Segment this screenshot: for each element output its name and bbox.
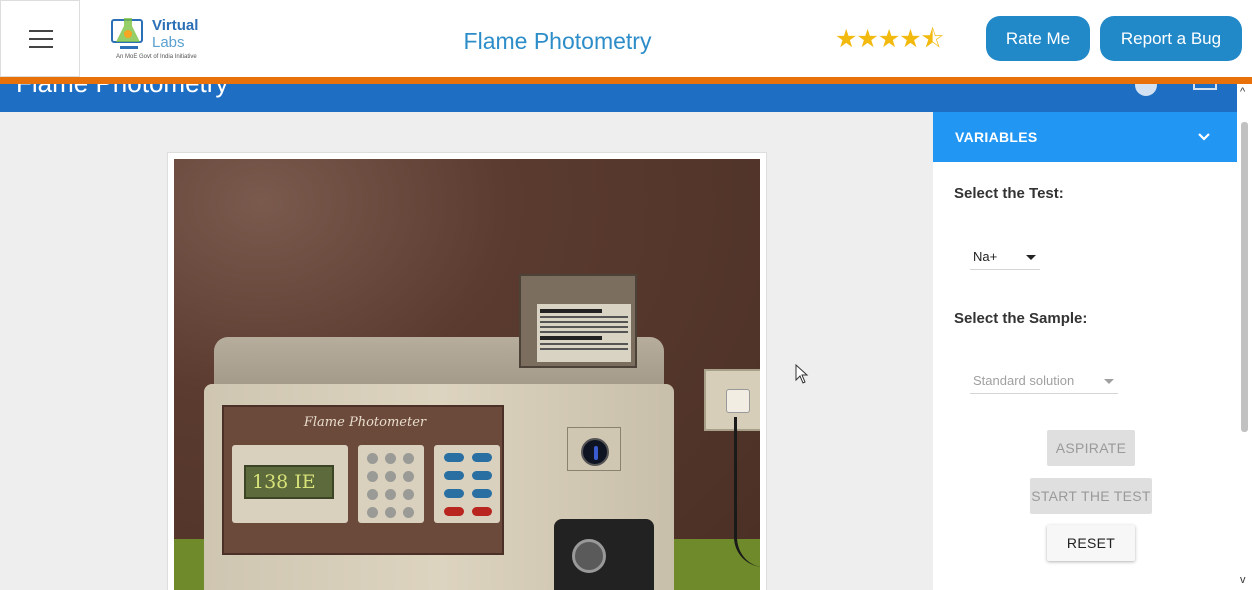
flask-logo-icon	[111, 18, 143, 49]
instrument-label: Flame Photometer	[303, 415, 427, 430]
test-select-value: Na+	[973, 249, 998, 264]
control-panel: Flame Photometer 138 IE	[222, 405, 504, 555]
flame-viewer	[581, 438, 609, 466]
experiment-title: Flame Photometry	[16, 84, 228, 99]
dropdown-arrow-icon	[1104, 379, 1114, 384]
instruction-card	[537, 304, 631, 362]
orange-divider	[0, 77, 1252, 84]
fullscreen-icon[interactable]	[1193, 84, 1217, 90]
start-test-button[interactable]: START THE TEST	[1030, 478, 1152, 514]
hamburger-menu-icon[interactable]	[0, 0, 80, 77]
sample-label: Select the Sample:	[954, 310, 1088, 327]
numeric-keypad[interactable]	[358, 445, 424, 523]
variables-panel: VARIABLES Select the Test: Na+ Select th…	[933, 112, 1237, 590]
lcd-display: 138 IE	[244, 465, 334, 499]
sample-select-value: Standard solution	[973, 373, 1075, 388]
aspirate-button[interactable]: ASPIRATE	[1047, 430, 1135, 466]
rate-me-button[interactable]: Rate Me	[986, 16, 1090, 61]
scroll-up-icon[interactable]: ^	[1240, 86, 1245, 98]
page-scrollbar[interactable]: ^ v	[1237, 84, 1252, 590]
variables-title: VARIABLES	[955, 129, 1038, 145]
flame-view-window	[567, 427, 621, 471]
reset-button[interactable]: RESET	[1047, 525, 1135, 561]
logo-tagline: An MoE Govt of India Initiative	[116, 54, 197, 60]
rating-stars: ★★★★⯪	[835, 25, 944, 53]
function-keypad[interactable]	[434, 445, 500, 523]
test-label: Select the Test:	[954, 185, 1064, 202]
aspirator-pump	[554, 519, 654, 590]
virtual-labs-logo[interactable]: Virtual Labs An MoE Govt of India Initia…	[110, 12, 220, 64]
chevron-down-icon[interactable]	[1197, 130, 1211, 144]
simulation-frame: Flame Photometer 138 IE	[167, 152, 767, 590]
test-select[interactable]: Na+	[970, 244, 1040, 270]
top-header: Virtual Labs An MoE Govt of India Initia…	[0, 0, 1252, 77]
variables-header[interactable]: VARIABLES	[933, 112, 1237, 162]
dropdown-arrow-icon	[1026, 255, 1036, 260]
scrollbar-thumb[interactable]	[1241, 122, 1248, 432]
logo-text-labs: Labs	[152, 34, 185, 51]
report-bug-button[interactable]: Report a Bug	[1100, 16, 1242, 61]
info-icon[interactable]	[1135, 84, 1157, 96]
sample-select[interactable]: Standard solution	[970, 368, 1118, 394]
instruction-box	[519, 274, 637, 368]
pump-knob[interactable]	[572, 539, 606, 573]
simulation-canvas[interactable]: Flame Photometer 138 IE	[174, 159, 760, 590]
logo-text-virtual: Virtual	[152, 17, 199, 34]
socket-plug	[726, 389, 750, 413]
experiment-title-bar: Flame Photometry	[0, 84, 1240, 112]
page-title: Flame Photometry	[463, 28, 652, 54]
display-housing: 138 IE	[232, 445, 348, 523]
power-cable	[734, 417, 760, 567]
scroll-down-icon[interactable]: v	[1240, 574, 1246, 586]
